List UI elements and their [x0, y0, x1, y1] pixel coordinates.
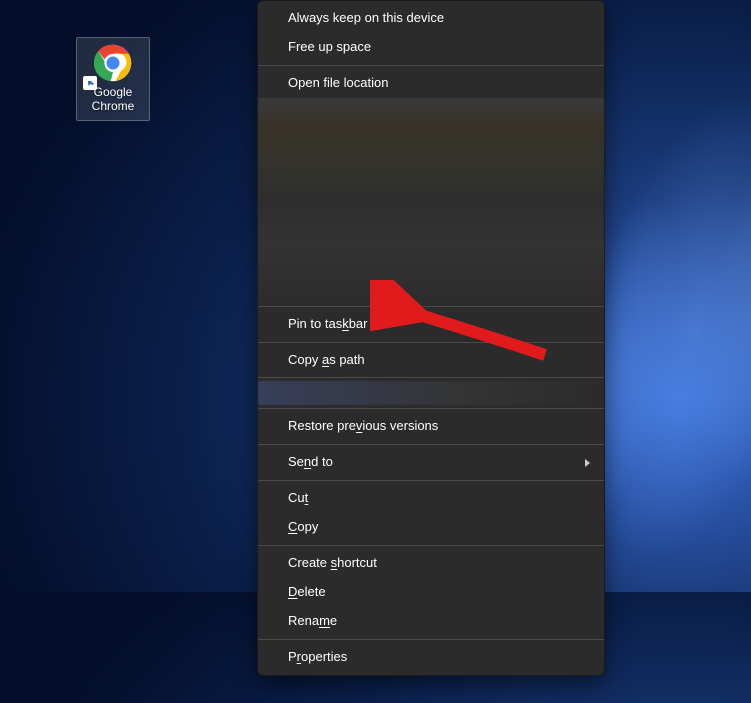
- menu-separator: [258, 545, 604, 546]
- desktop-icon-chrome[interactable]: Google Chrome: [76, 37, 150, 121]
- menu-item-always-keep-on-this-device[interactable]: Always keep on this device: [258, 4, 604, 33]
- menu-separator: [258, 65, 604, 66]
- menu-item-cut[interactable]: Cut: [258, 484, 604, 513]
- menu-item-restore-previous-versions[interactable]: Restore previous versions: [258, 412, 604, 441]
- menu-item-copy-as-path[interactable]: Copy as path: [258, 346, 604, 375]
- menu-item-free-up-space[interactable]: Free up space: [258, 33, 604, 62]
- menu-separator: [258, 377, 604, 378]
- menu-separator: [258, 306, 604, 307]
- menu-item-open-file-location[interactable]: Open file location: [258, 69, 604, 98]
- menu-item-copy[interactable]: Copy: [258, 513, 604, 542]
- menu-item-properties[interactable]: Properties: [258, 643, 604, 672]
- menu-item-rename[interactable]: Rename: [258, 607, 604, 636]
- menu-item-pin-to-taskbar[interactable]: Pin to taskbar: [258, 310, 604, 339]
- shortcut-arrow-icon: [83, 76, 97, 90]
- desktop-icon-label: Google Chrome: [92, 86, 135, 114]
- menu-item-delete[interactable]: Delete: [258, 578, 604, 607]
- menu-separator: [258, 342, 604, 343]
- context-menu: Always keep on this deviceFree up space O…: [257, 0, 605, 676]
- menu-blurred-region: [258, 381, 604, 405]
- menu-separator: [258, 444, 604, 445]
- menu-separator: [258, 408, 604, 409]
- menu-separator: [258, 480, 604, 481]
- menu-separator: [258, 639, 604, 640]
- menu-blurred-region: [258, 98, 604, 303]
- menu-item-create-shortcut[interactable]: Create shortcut: [258, 549, 604, 578]
- chrome-icon: [94, 44, 132, 86]
- menu-item-send-to[interactable]: Send to: [258, 448, 604, 477]
